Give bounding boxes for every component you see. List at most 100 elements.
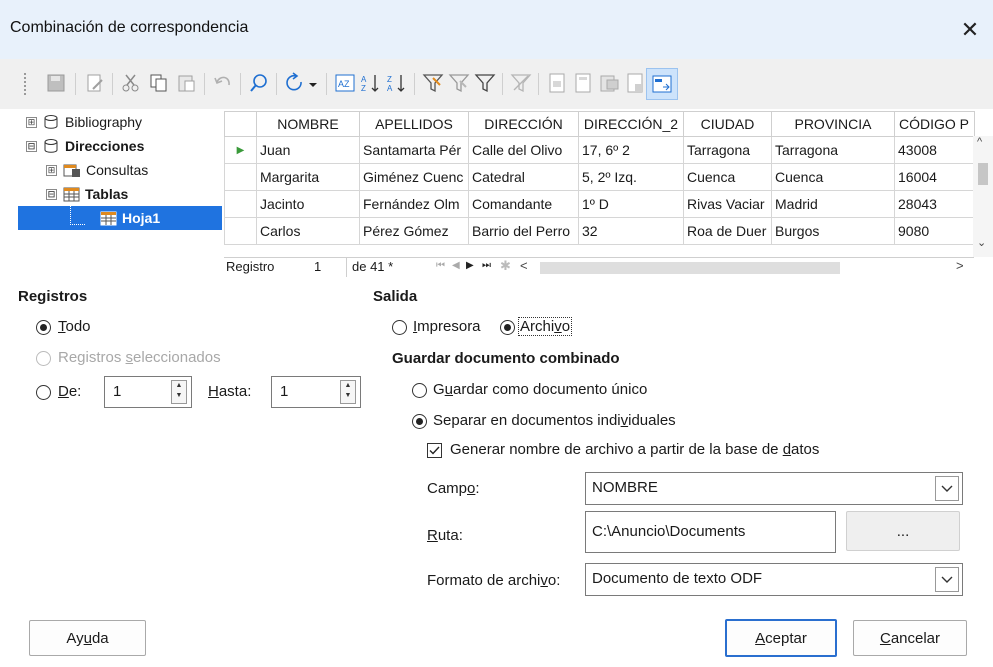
first-record-icon[interactable]: ⏮ [436,260,445,271]
data-source-icon[interactable] [624,72,646,94]
table-cell[interactable]: Rivas Vaciar [683,190,772,218]
table-cell[interactable]: Tarragona [771,136,895,164]
table-row[interactable]: ▶ Juan Santamarta Pér Calle del Olivo 17… [224,136,975,164]
expand-icon[interactable]: ⊞ [46,164,57,176]
column-header[interactable]: PROVINCIA [771,111,895,137]
table-cell[interactable]: Comandante [468,190,579,218]
table-cell[interactable]: Cuenca [683,163,772,191]
paste-icon[interactable] [176,72,198,94]
column-header[interactable]: DIRECCIÓN_2 [578,111,684,137]
cut-icon[interactable] [120,72,142,94]
table-cell[interactable]: Cuenca [771,163,895,191]
column-header[interactable]: CIUDAD [683,111,772,137]
find-icon[interactable] [248,72,270,94]
cancelar-button[interactable]: Cancelar [853,620,967,656]
horizontal-scroll-thumb[interactable] [540,262,840,274]
hasta-spin-field[interactable]: 1 ▲ ▼ [271,376,361,408]
aceptar-button[interactable]: Aceptar [725,619,837,657]
table-cell[interactable]: Madrid [771,190,895,218]
table-cell[interactable]: 28043 [894,190,975,218]
column-header[interactable]: NOMBRE [256,111,360,137]
table-cell[interactable]: 9080 [894,217,975,245]
expand-icon[interactable]: ⊞ [26,116,37,128]
table-cell[interactable]: Santamarta Pér [359,136,469,164]
tree-item-tablas[interactable]: ⊟ Tablas [46,183,128,205]
de-radio[interactable] [36,385,51,400]
table-cell[interactable]: Juan [256,136,360,164]
sort-ascending-icon[interactable]: AZ [360,72,382,94]
data-to-fields-icon[interactable] [572,72,594,94]
table-cell[interactable]: Pérez Gómez [359,217,469,245]
table-row[interactable]: Carlos Pérez Gómez Barrio del Perro 32 R… [224,217,975,245]
column-header[interactable]: CÓDIGO P [894,111,975,137]
tree-item-consultas[interactable]: ⊞ Consultas [46,159,148,181]
tree-item-hoja1[interactable]: Hoja1 [18,206,222,230]
data-to-text-icon[interactable] [546,72,568,94]
campo-select[interactable]: NOMBRE [585,472,963,505]
scroll-left-icon[interactable]: < [520,258,528,273]
mail-merge-icon[interactable] [598,72,620,94]
impresora-radio[interactable] [392,320,407,335]
undo-icon[interactable] [212,72,234,94]
tree-item-direcciones[interactable]: ⊟ Direcciones [26,135,144,157]
table-cell[interactable]: 5, 2º Izq. [578,163,684,191]
column-header[interactable]: APELLIDOS [359,111,469,137]
sort-descending-icon[interactable]: ZA [386,72,408,94]
previous-record-icon[interactable]: ◀ [452,260,460,271]
table-cell[interactable]: Jacinto [256,190,360,218]
vertical-scrollbar[interactable]: ^ ⌄ [973,136,993,257]
table-cell[interactable]: Calle del Olivo [468,136,579,164]
toolbar-grip[interactable] [24,73,28,95]
table-cell[interactable]: Roa de Duer [683,217,772,245]
chevron-down-icon[interactable] [935,567,959,592]
autofilter-icon[interactable]: AZ [334,72,356,94]
record-number-field[interactable]: 1 [314,259,321,274]
archivo-radio[interactable] [500,320,515,335]
new-record-icon[interactable]: ✱ [500,258,511,274]
scroll-right-icon[interactable]: > [956,258,964,273]
remove-filter-icon[interactable] [510,72,532,94]
tree-item-bibliography[interactable]: ⊞ Bibliography [26,111,142,133]
edit-icon[interactable] [84,72,106,94]
explorer-toggle-button[interactable] [646,68,678,100]
table-cell[interactable]: 43008 [894,136,975,164]
save-icon[interactable] [45,72,67,94]
table-cell[interactable]: 16004 [894,163,975,191]
copy-icon[interactable] [148,72,170,94]
ayuda-button[interactable]: Ay u da [29,620,146,656]
row-selector[interactable] [224,217,257,245]
table-cell[interactable]: Tarragona [683,136,772,164]
formato-select[interactable]: Documento de texto ODF [585,563,963,596]
table-cell[interactable]: Burgos [771,217,895,245]
spin-arrows-icon[interactable]: ▲ ▼ [171,380,187,404]
table-cell[interactable]: Margarita [256,163,360,191]
table-cell[interactable]: Giménez Cuenc [359,163,469,191]
row-selector[interactable]: ▶ [224,136,257,164]
registros-seleccionados-radio[interactable] [36,351,51,366]
column-header[interactable]: DIRECCIÓN [468,111,579,137]
last-record-icon[interactable]: ⏭ [482,260,491,271]
scroll-down-icon[interactable]: ⌄ [977,236,986,249]
scroll-thumb[interactable] [978,163,988,185]
filter-icon[interactable] [474,72,496,94]
spin-arrows-icon[interactable]: ▲ ▼ [340,380,356,404]
data-grid[interactable]: NOMBRE APELLIDOS DIRECCIÓN DIRECCIÓN_2 C… [224,111,993,257]
apply-filter-icon[interactable] [448,72,470,94]
table-cell[interactable]: Barrio del Perro [468,217,579,245]
table-cell[interactable]: Fernández Olm [359,190,469,218]
table-row[interactable]: Margarita Giménez Cuenc Catedral 5, 2º I… [224,163,975,191]
de-spin-field[interactable]: 1 ▲ ▼ [104,376,192,408]
next-record-icon[interactable]: ▶ [466,260,474,271]
row-header-corner[interactable] [224,111,257,137]
refresh-icon[interactable] [284,72,306,94]
collapse-icon[interactable]: ⊟ [46,188,57,200]
table-cell[interactable]: 1º D [578,190,684,218]
scroll-up-icon[interactable]: ^ [977,136,982,148]
table-row[interactable]: Jacinto Fernández Olm Comandante 1º D Ri… [224,190,975,218]
table-cell[interactable]: 17, 6º 2 [578,136,684,164]
table-cell[interactable]: 32 [578,217,684,245]
standard-filter-icon[interactable] [422,72,444,94]
browse-button[interactable]: ... [846,511,960,551]
documento-unico-radio[interactable] [412,383,427,398]
ruta-input[interactable]: C:\Anuncio\Documents [585,511,836,553]
